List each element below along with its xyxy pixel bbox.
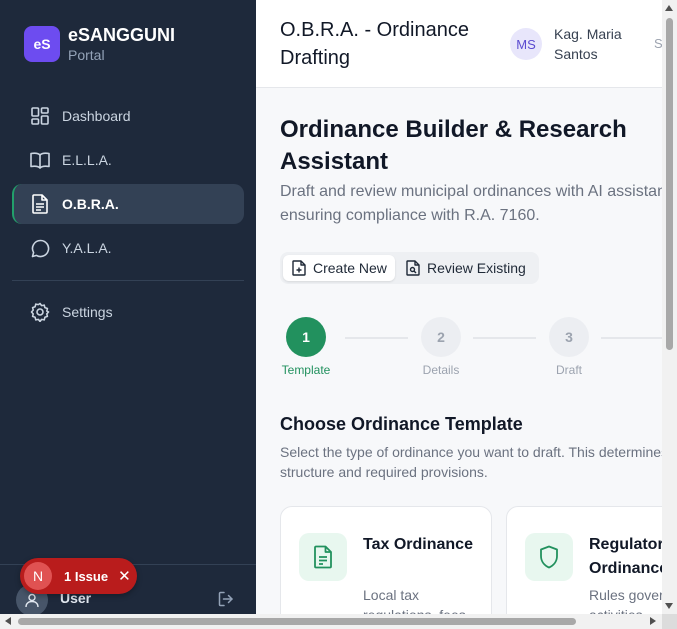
header-user-name[interactable]: Kag. Maria Santos (554, 24, 634, 64)
sidebar-item-label: O.B.R.A. (62, 196, 119, 212)
step-label: Details (422, 363, 460, 377)
shield-icon (525, 533, 573, 581)
issue-badge-initial: N (24, 562, 52, 590)
horizontal-scrollbar[interactable] (0, 614, 677, 629)
review-existing-button[interactable]: Review Existing (397, 255, 536, 281)
avatar[interactable]: MS (510, 28, 542, 60)
sidebar-item-ella[interactable]: E.L.L.A. (12, 140, 244, 180)
step-label: Draft (555, 363, 582, 377)
horizontal-scrollbar-thumb[interactable] (18, 618, 576, 625)
template-card-title: Regulatory Ordinance (589, 536, 662, 577)
sidebar-item-obra[interactable]: O.B.R.A. (12, 184, 244, 224)
file-plus-icon (291, 260, 307, 276)
issue-badge[interactable]: N 1 Issue ✕ (20, 558, 137, 594)
step-number: 2 (421, 317, 461, 357)
brand-title: eSANGGUNI (68, 25, 176, 45)
sidebar-divider (12, 280, 244, 281)
chat-bubble-icon (30, 238, 50, 258)
logout-icon[interactable] (216, 589, 236, 609)
step-draft[interactable]: 3 Draft (529, 317, 609, 377)
mode-toggle: Create New Review Existing (280, 252, 539, 284)
scrollbar-corner (662, 614, 677, 629)
issue-badge-label: 1 Issue (64, 568, 109, 584)
sidebar-item-label: Settings (62, 304, 113, 320)
page-header-title: O.B.R.A. - Ordinance Drafting (280, 19, 469, 69)
main-content: Ordinance Builder & Research Assistant D… (256, 88, 662, 614)
book-icon (30, 150, 50, 170)
step-connector (601, 337, 662, 339)
brand-logo: eS (24, 26, 60, 62)
close-icon[interactable]: ✕ (118, 567, 131, 585)
brand[interactable]: eS eSANGGUNI Portal (24, 25, 176, 64)
scroll-up-arrow-icon[interactable] (665, 5, 673, 11)
dashboard-icon (30, 106, 50, 126)
template-card-tax[interactable]: Tax Ordinance Local tax regulations, fee… (280, 506, 492, 614)
vertical-scrollbar-thumb[interactable] (666, 18, 673, 350)
step-template[interactable]: 1 Template (266, 317, 346, 377)
section-title: Choose Ordinance Template (280, 414, 523, 434)
review-existing-label: Review Existing (427, 260, 526, 276)
sidebar-item-settings[interactable]: Settings (12, 292, 244, 332)
brand-subtitle: Portal (68, 47, 105, 63)
sidebar-item-dashboard[interactable]: Dashboard (12, 96, 244, 136)
vertical-scrollbar[interactable] (662, 0, 677, 614)
sidebar-item-label: Y.A.L.A. (62, 240, 112, 256)
step-number: 1 (286, 317, 326, 357)
template-card-regulatory[interactable]: Regulatory Ordinance Rules governing act… (506, 506, 662, 614)
page-title: Ordinance Builder & Research Assistant (280, 116, 627, 175)
document-icon (299, 533, 347, 581)
template-card-description: Local tax regulations, fees (363, 587, 466, 614)
step-connector (345, 337, 408, 339)
step-number: 3 (549, 317, 589, 357)
document-icon (30, 194, 50, 214)
header: O.B.R.A. - Ordinance Drafting MS Kag. Ma… (256, 0, 662, 88)
step-label: Template (281, 363, 331, 377)
sidebar-item-label: Dashboard (62, 108, 131, 124)
sidebar-item-yala[interactable]: Y.A.L.A. (12, 228, 244, 268)
step-details[interactable]: 2 Details (401, 317, 481, 377)
section-description: Select the type of ordinance you want to… (280, 444, 662, 480)
sidebar: eS eSANGGUNI Portal Dashboard E.L.L.A. O… (0, 0, 256, 616)
header-truncated-text: S (654, 36, 662, 51)
page-description: Draft and review municipal ordinances wi… (280, 183, 662, 224)
scroll-left-arrow-icon[interactable] (5, 617, 11, 625)
template-card-description: Rules governing activities (589, 587, 662, 614)
create-new-button[interactable]: Create New (283, 255, 395, 281)
file-search-icon (405, 260, 421, 276)
gear-icon (30, 302, 50, 322)
sidebar-item-label: E.L.L.A. (62, 152, 112, 168)
scroll-down-arrow-icon[interactable] (665, 603, 673, 609)
template-card-title: Tax Ordinance (363, 536, 473, 553)
create-new-label: Create New (313, 260, 387, 276)
step-connector (473, 337, 536, 339)
scroll-right-arrow-icon[interactable] (650, 617, 656, 625)
